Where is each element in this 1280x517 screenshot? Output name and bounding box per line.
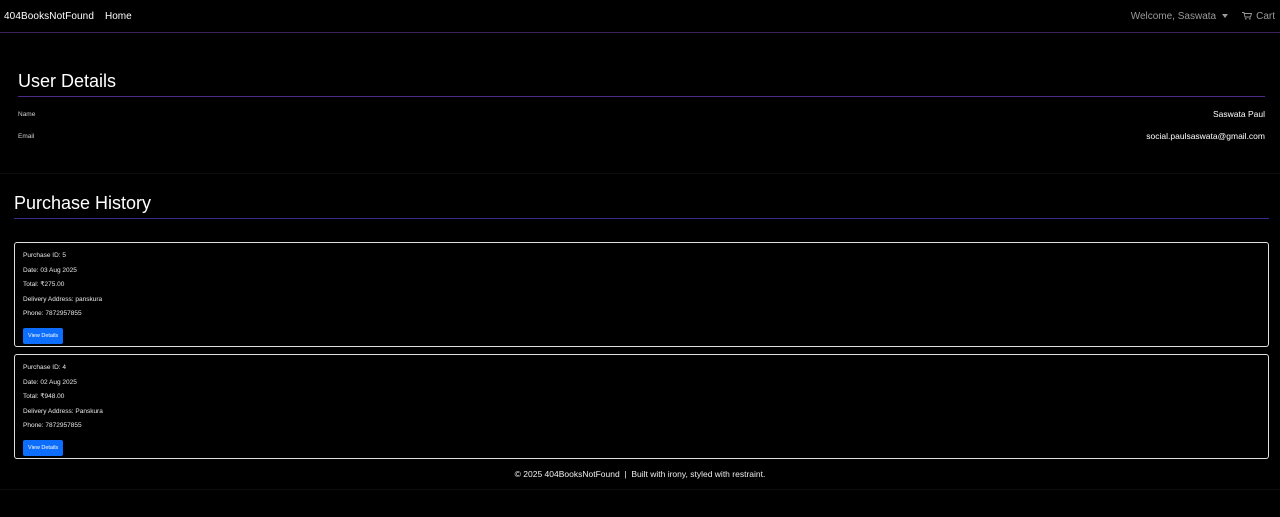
purchase-date: Date: 03 Aug 2025: [23, 266, 77, 274]
phone: Phone: 7872957855: [23, 310, 82, 317]
nav-right: Welcome, Saswata Cart: [1131, 11, 1275, 22]
cart-label: Cart: [1256, 10, 1275, 22]
order-card: Purchase ID: 4 Date: 02 Aug 2025 Total: …: [14, 354, 1269, 459]
view-details-button[interactable]: View Details: [23, 327, 64, 344]
phone: Phone: 7872957855: [23, 422, 82, 429]
name-value: Saswata Paul: [1213, 109, 1265, 119]
brand-link[interactable]: 404BooksNotFound: [4, 11, 94, 22]
purchase-history-title: Purchase History: [14, 191, 1269, 219]
name-label: Name: [18, 110, 36, 118]
order-card: Purchase ID: 5 Date: 03 Aug 2025 Total: …: [14, 242, 1269, 347]
welcome-text: Welcome, Saswata: [1130, 10, 1217, 22]
delivery-address: Delivery Address: Panskura: [23, 407, 103, 415]
email-row: Email social.paulsaswata@gmail.com: [18, 125, 1265, 147]
purchase-date: Date: 02 Aug 2025: [23, 378, 77, 386]
email-label: Email: [18, 132, 35, 140]
footer: © 2025 404BooksNotFound | Built with iro…: [0, 469, 1280, 490]
user-details-section: User Details Name Saswata Paul Email soc…: [0, 43, 1280, 174]
cart-icon: [1242, 12, 1253, 20]
home-link[interactable]: Home: [105, 11, 132, 22]
user-dropdown[interactable]: Welcome, Saswata: [1130, 10, 1229, 22]
nav-left: 404BooksNotFound Home: [4, 11, 132, 22]
purchase-total: Total: ₹948.00: [23, 393, 65, 400]
view-details-button[interactable]: View Details: [23, 439, 64, 456]
order-list: Purchase ID: 5 Date: 03 Aug 2025 Total: …: [14, 242, 1269, 459]
delivery-address: Delivery Address: panskura: [23, 295, 103, 303]
navbar: 404BooksNotFound Home Welcome, Saswata C…: [0, 0, 1280, 33]
user-details-title: User Details: [18, 69, 1265, 97]
purchase-total: Total: ₹275.00: [23, 281, 65, 288]
name-row: Name Saswata Paul: [18, 103, 1265, 125]
chevron-down-icon: [1222, 14, 1229, 18]
footer-text: © 2025 404BooksNotFound | Built with iro…: [514, 469, 766, 479]
email-value: social.paulsaswata@gmail.com: [1146, 131, 1265, 141]
purchase-id: Purchase ID: 4: [23, 364, 66, 371]
purchase-id: Purchase ID: 5: [23, 252, 66, 259]
purchase-history-section: Purchase History Purchase ID: 5 Date: 03…: [0, 174, 1280, 459]
cart-link[interactable]: Cart: [1242, 11, 1275, 22]
